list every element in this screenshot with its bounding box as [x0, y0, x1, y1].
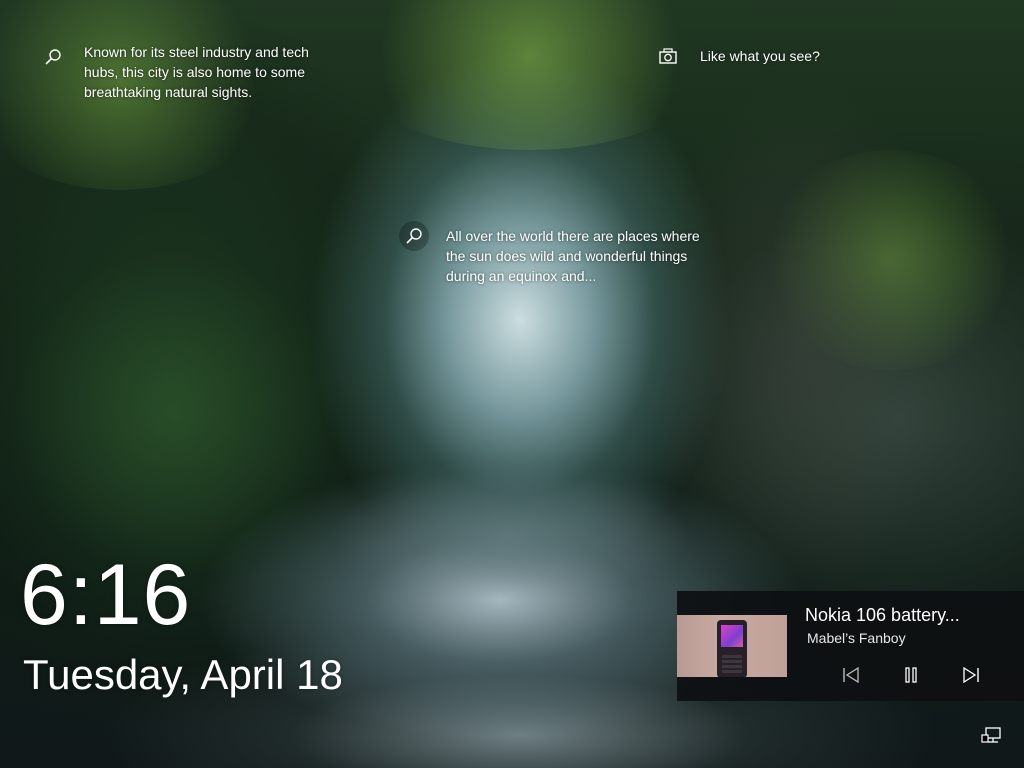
- background-rock: [640, 80, 960, 600]
- pause-icon: [905, 667, 917, 683]
- next-track-button[interactable]: [958, 663, 984, 687]
- phone-image: [717, 620, 747, 677]
- lock-screen[interactable]: Known for its steel industry and tech hu…: [0, 0, 1024, 768]
- network-icon[interactable]: [981, 727, 1003, 745]
- like-what-you-see[interactable]: Like what you see?: [653, 41, 820, 71]
- spotlight-tip-text: Known for its steel industry and tech hu…: [84, 44, 309, 100]
- background-foliage: [340, 0, 720, 150]
- spotlight-tip-top[interactable]: Known for its steel industry and tech hu…: [38, 42, 334, 102]
- pause-button[interactable]: [898, 663, 924, 687]
- media-controls-panel: Nokia 106 battery... Mabel’s Fanboy: [677, 591, 1024, 701]
- camera-icon[interactable]: [653, 41, 683, 71]
- background-waterfall: [330, 470, 690, 600]
- skip-previous-icon: [843, 667, 859, 683]
- phone-screen: [721, 625, 743, 647]
- phone-keypad: [722, 653, 742, 673]
- background-foliage: [760, 150, 1020, 370]
- search-icon[interactable]: [38, 42, 68, 72]
- search-icon[interactable]: [399, 221, 429, 251]
- spotlight-tip-center[interactable]: All over the world there are places wher…: [399, 221, 731, 286]
- like-label: Like what you see?: [700, 48, 820, 64]
- clock-time: 6:16: [20, 547, 192, 643]
- media-artist: Mabel’s Fanboy: [807, 630, 906, 646]
- background-foliage: [10, 250, 340, 580]
- previous-track-button[interactable]: [838, 663, 864, 687]
- spotlight-tip-text: All over the world there are places wher…: [446, 228, 700, 284]
- skip-next-icon: [963, 667, 979, 683]
- media-thumbnail: [677, 615, 787, 677]
- clock-date: Tuesday, April 18: [23, 651, 343, 698]
- media-title: Nokia 106 battery...: [805, 605, 960, 625]
